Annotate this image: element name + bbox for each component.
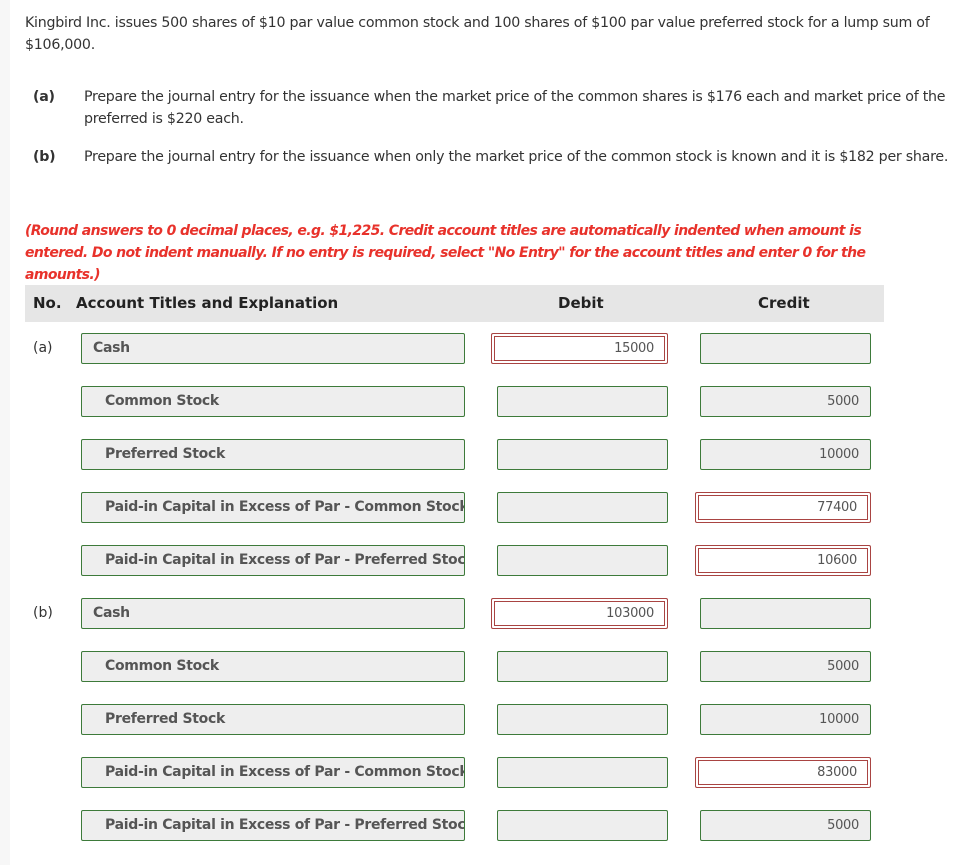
account-title-select[interactable]: Common Stock: [81, 651, 465, 682]
credit-input[interactable]: 5000: [700, 651, 871, 682]
credit-input[interactable]: [700, 598, 871, 629]
debit-input[interactable]: 103000: [491, 598, 668, 629]
credit-input[interactable]: 10000: [700, 439, 871, 470]
entry-label: (a): [33, 340, 53, 356]
part-text: Prepare the journal entry for the issuan…: [84, 89, 946, 127]
account-title-select[interactable]: Paid-in Capital in Excess of Par - Commo…: [81, 757, 465, 788]
entry-label: (b): [33, 605, 53, 621]
account-title-select[interactable]: Cash: [81, 598, 465, 629]
credit-input[interactable]: 10600: [695, 545, 871, 576]
debit-input[interactable]: 15000: [491, 333, 668, 364]
debit-input[interactable]: [497, 651, 668, 682]
account-title-select[interactable]: Common Stock: [81, 386, 465, 417]
credit-input[interactable]: 5000: [700, 810, 871, 841]
credit-input[interactable]: 10000: [700, 704, 871, 735]
instructions-note: (Round answers to 0 decimal places, e.g.…: [25, 223, 866, 283]
header-credit: Credit: [758, 294, 810, 312]
part-label: (a): [33, 89, 55, 105]
debit-input[interactable]: [497, 757, 668, 788]
problem-intro: Kingbird Inc. issues 500 shares of $10 p…: [25, 15, 930, 53]
part-label: (b): [33, 149, 56, 165]
account-title-select[interactable]: Cash: [81, 333, 465, 364]
debit-input[interactable]: [497, 386, 668, 417]
table-header: No. Account Titles and Explanation Debit…: [25, 285, 884, 322]
account-title-select[interactable]: Preferred Stock: [81, 439, 465, 470]
account-title-select[interactable]: Paid-in Capital in Excess of Par - Prefe…: [81, 545, 465, 576]
credit-input[interactable]: [700, 333, 871, 364]
header-no: No.: [33, 294, 62, 312]
account-title-select[interactable]: Paid-in Capital in Excess of Par - Prefe…: [81, 810, 465, 841]
left-margin-strip: [0, 0, 10, 865]
account-title-select[interactable]: Preferred Stock: [81, 704, 465, 735]
credit-input[interactable]: 5000: [700, 386, 871, 417]
debit-input[interactable]: [497, 492, 668, 523]
debit-input[interactable]: [497, 810, 668, 841]
credit-input[interactable]: 77400: [695, 492, 871, 523]
debit-input[interactable]: [497, 439, 668, 470]
credit-input[interactable]: 83000: [695, 757, 871, 788]
debit-input[interactable]: [497, 704, 668, 735]
header-debit: Debit: [558, 294, 604, 312]
part-text: Prepare the journal entry for the issuan…: [84, 149, 949, 165]
account-title-select[interactable]: Paid-in Capital in Excess of Par - Commo…: [81, 492, 465, 523]
debit-input[interactable]: [497, 545, 668, 576]
header-account: Account Titles and Explanation: [76, 294, 339, 312]
